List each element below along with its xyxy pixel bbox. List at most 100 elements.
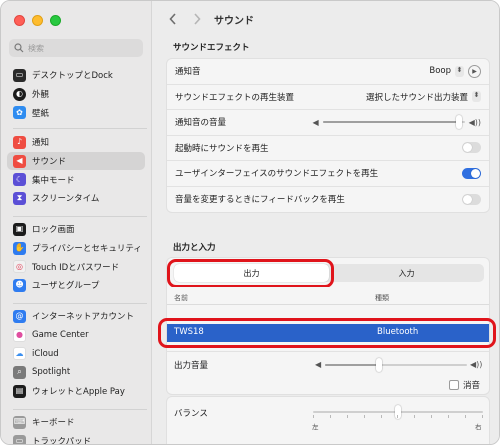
output-volume-label: 出力音量 (174, 361, 209, 371)
sidebar-item-touch-id[interactable]: ◎ Touch IDとパスワード (7, 257, 145, 276)
balance-panel: バランス 左 右 (166, 396, 490, 444)
output-volume-slider[interactable] (325, 358, 467, 372)
search-field[interactable] (9, 39, 143, 57)
sidebar-group-2: ♪ 通知 ◀ サウンド ☾ 集中モード ⧗ スクリーンタイム (7, 133, 145, 208)
sidebar-item-label: トラックパッド (32, 437, 92, 445)
sidebar-divider (13, 216, 147, 217)
slider-tick (414, 415, 416, 418)
alert-volume-row: 通知音の音量 ◀ ◀)) (167, 110, 489, 136)
section-title-output-input: 出力と入力 (173, 243, 216, 253)
sidebar-item-game-center[interactable]: ● Game Center (7, 326, 145, 345)
slider-tick (397, 415, 399, 418)
fingerprint-icon: ◎ (13, 260, 26, 274)
sidebar-item-lock-screen[interactable]: ▣ ロック画面 (7, 220, 145, 239)
mute-control[interactable]: 消音 (449, 379, 480, 391)
sidebar-item-notifications[interactable]: ♪ 通知 (7, 133, 145, 152)
volume-low-icon: ◀ (315, 360, 322, 369)
chevron-right-icon (194, 13, 201, 25)
sidebar-item-label: ロック画面 (32, 225, 75, 236)
output-volume-panel: 出力音量 ◀ ◀)) 消音 (166, 351, 490, 395)
alert-volume-slider[interactable] (322, 115, 465, 130)
alert-sound-label: 通知音 (175, 67, 201, 78)
sidebar-item-appearance[interactable]: ◐ 外観 (7, 85, 145, 104)
sidebar-item-users[interactable]: ☻ ユーザとグループ (7, 276, 145, 295)
sidebar-item-wallpaper[interactable]: ✿ 壁紙 (7, 103, 145, 122)
sidebar-item-wallet[interactable]: ▤ ウォレットとApple Pay (7, 382, 145, 401)
sidebar-item-focus[interactable]: ☾ 集中モード (7, 170, 145, 189)
sidebar-item-internet-accounts[interactable]: @ インターネットアカウント (7, 307, 145, 326)
sidebar-divider (13, 409, 147, 410)
zoom-button[interactable] (50, 15, 61, 26)
sidebar-divider (13, 128, 147, 129)
cloud-icon: ☁ (13, 347, 26, 361)
balance-right-label: 右 (475, 423, 482, 431)
sidebar-item-privacy[interactable]: ✋ プライバシーとセキュリティ (7, 239, 145, 258)
back-button[interactable] (166, 12, 180, 26)
device-row-highlight (158, 318, 496, 348)
play-icon: ▶ (472, 67, 477, 75)
mute-label: 消音 (463, 381, 481, 391)
window-title: サウンド (214, 16, 254, 27)
sidebar-group-1: ▭ デスクトップとDock ◐ 外観 ✿ 壁紙 (7, 66, 145, 122)
keyboard-icon: ⌨ (13, 415, 26, 429)
toolbar: サウンド (152, 1, 499, 37)
slider-knob[interactable] (375, 358, 382, 372)
sidebar-item-spotlight[interactable]: ⌕ Spotlight (7, 363, 145, 382)
slider-tick (481, 415, 483, 418)
sidebar-divider (13, 303, 147, 304)
sidebar-item-sound[interactable]: ◀ サウンド (7, 151, 145, 171)
sidebar-item-label: Spotlight (32, 367, 71, 378)
mute-checkbox[interactable] (449, 380, 459, 390)
ui-sound-row: ユーザインターフェイスのサウンドエフェクトを再生 (167, 161, 489, 187)
balance-slider[interactable] (313, 405, 483, 419)
sidebar-item-screen-time[interactable]: ⧗ スクリーンタイム (7, 189, 145, 208)
sidebar-item-label: キーボード (32, 418, 75, 429)
traffic-lights (14, 15, 61, 26)
alert-sound-select[interactable]: Boop ⬍ ▶ (429, 64, 481, 78)
hourglass-icon: ⧗ (13, 191, 26, 205)
sidebar-item-label: サウンド (32, 157, 67, 168)
slider-tick (380, 415, 382, 418)
at-icon: @ (13, 309, 26, 323)
output-tab-highlight (167, 259, 334, 288)
game-center-icon: ● (13, 328, 26, 342)
search-icon (14, 43, 24, 53)
updown-chevron-icon: ⬍ (472, 91, 481, 103)
balance-label: バランス (174, 409, 208, 419)
updown-chevron-icon: ⬍ (455, 65, 464, 77)
minimize-button[interactable] (32, 15, 43, 26)
ui-sound-label: ユーザインターフェイスのサウンドエフェクトを再生 (175, 169, 379, 180)
sidebar-item-label: iCloud (32, 348, 59, 359)
sidebar-item-label: Touch IDとパスワード (32, 262, 120, 273)
sidebar-group-3: ▣ ロック画面 ✋ プライバシーとセキュリティ ◎ Touch IDとパスワード… (7, 220, 145, 295)
alert-sound-value: Boop (429, 66, 451, 77)
sidebar-item-label: インターネットアカウント (32, 312, 135, 323)
feedback-label: 音量を変更するときにフィードバックを再生 (175, 195, 345, 206)
wallet-icon: ▤ (13, 384, 26, 398)
tab-input[interactable]: 入力 (329, 264, 484, 282)
ui-sound-toggle[interactable] (462, 167, 481, 179)
appearance-icon: ◐ (13, 87, 26, 101)
startup-sound-label: 起動時にサウンドを再生 (175, 143, 269, 154)
play-button[interactable]: ▶ (468, 64, 481, 78)
sidebar-item-keyboard[interactable]: ⌨ キーボード (7, 413, 145, 432)
forward-button[interactable] (190, 12, 204, 26)
slider-tick (346, 415, 348, 418)
trackpad-icon: ▭ (13, 434, 26, 444)
sidebar-group-5: ⌨ キーボード ▭ トラックパッド (7, 413, 145, 445)
slider-tick (329, 415, 331, 418)
sidebar-item-label: 通知 (32, 138, 50, 149)
column-header-name: 名前 (174, 294, 188, 302)
startup-sound-toggle[interactable] (462, 142, 481, 154)
sidebar-item-desktop-dock[interactable]: ▭ デスクトップとDock (7, 66, 145, 85)
slider-knob[interactable] (455, 115, 462, 130)
close-button[interactable] (14, 15, 25, 26)
sidebar-item-trackpad[interactable]: ▭ トラックパッド (7, 432, 145, 445)
volume-high-icon: ◀)) (470, 360, 483, 369)
sidebar-item-icloud[interactable]: ☁ iCloud (7, 344, 145, 363)
search-input[interactable] (28, 43, 128, 53)
feedback-toggle[interactable] (462, 193, 481, 205)
play-device-select[interactable]: 選択したサウンド出力装置 ⬍ (366, 91, 481, 103)
sidebar-item-label: ウォレットとApple Pay (32, 387, 125, 398)
header-divider (167, 304, 489, 305)
